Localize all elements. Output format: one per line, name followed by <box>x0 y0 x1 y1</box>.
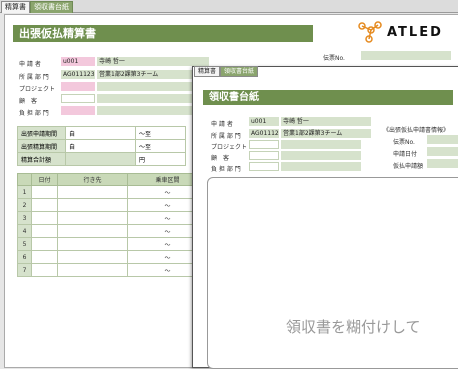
request-no-field[interactable] <box>361 51 451 60</box>
settle-period-row: 出張精算期間 自 ～至 <box>17 139 186 153</box>
table-row: 2 ～ <box>17 198 208 212</box>
destination-cell[interactable] <box>57 237 128 251</box>
burden-dept-label: 負 担 部 門 <box>19 110 49 117</box>
total-amount-field[interactable] <box>65 152 136 166</box>
date-cell[interactable] <box>31 250 58 264</box>
table-row: 4 ～ <box>17 224 208 238</box>
table-row: 1 ～ <box>17 185 208 199</box>
applicant-name-field[interactable]: 寺崎 哲一 <box>97 57 209 66</box>
popup-tab-receipt-mount[interactable]: 領収書台紙 <box>220 66 259 77</box>
apply-period-from[interactable]: 自 <box>65 126 136 140</box>
destination-cell[interactable] <box>57 211 128 225</box>
popup-applicant-name-field[interactable]: 寺崎 哲一 <box>281 117 371 126</box>
project-code-field[interactable] <box>61 82 95 91</box>
date-cell[interactable] <box>31 224 58 238</box>
settle-period-to[interactable]: ～至 <box>135 139 186 153</box>
table-row: 3 ～ <box>17 211 208 225</box>
table-row: 5 ～ <box>17 237 208 251</box>
destination-cell[interactable] <box>57 250 128 264</box>
popup-info-no-field[interactable] <box>427 135 458 144</box>
period-table: 出張申請期間 自 ～至 出張精算期間 自 ～至 精算合計額 円 <box>17 126 186 166</box>
popup-project-label: プロジェクト <box>211 144 248 151</box>
request-no-label: 伝票No. <box>323 55 345 62</box>
popup-info-heading: 《出張仮払申請書情報》 <box>383 127 450 134</box>
destination-cell[interactable] <box>57 263 128 277</box>
row-number: 7 <box>17 263 32 277</box>
popup-info-no-label: 伝票No. <box>393 139 415 146</box>
row-number: 2 <box>17 198 32 212</box>
customer-code-field[interactable] <box>61 94 95 103</box>
popup-dept-label: 所 属 部 門 <box>211 133 241 140</box>
popup-project-code-field[interactable] <box>249 140 279 149</box>
receipt-paste-instruction: 領収書を糊付けして <box>286 318 421 336</box>
tab-bar: 精算書 領収書台紙 <box>0 0 458 13</box>
customer-label: 顧 客 <box>19 98 38 105</box>
popup-info-date-field[interactable] <box>427 147 458 156</box>
total-label: 精算合計額 <box>17 152 66 166</box>
popup-customer-code-field[interactable] <box>249 151 279 160</box>
burden-dept-name-field[interactable] <box>97 106 193 115</box>
destination-cell[interactable] <box>57 224 128 238</box>
applicant-id-field[interactable]: u001 <box>61 57 95 66</box>
popup-title: 領収書台紙 <box>203 90 453 105</box>
page-title: 出張仮払精算書 <box>13 25 313 42</box>
popup-applicant-label: 申 請 者 <box>211 121 233 128</box>
total-unit: 円 <box>135 152 186 166</box>
date-cell[interactable] <box>31 185 58 199</box>
row-number: 4 <box>17 224 32 238</box>
travel-table-header: 日付 行き先 乗車区間 <box>17 173 208 186</box>
project-label: プロジェクト <box>19 86 56 93</box>
burden-dept-code-field[interactable] <box>61 106 95 115</box>
date-cell[interactable] <box>31 237 58 251</box>
popup-dept-code-field[interactable]: AG011123 <box>249 129 279 138</box>
popup-info-temp-label: 仮払申請額 <box>393 163 424 170</box>
tab-receipt-mount[interactable]: 領収書台紙 <box>30 1 73 13</box>
popup-applicant-id-field[interactable]: u001 <box>249 117 279 126</box>
popup-info-date-label: 申請日付 <box>393 151 418 158</box>
row-number: 5 <box>17 237 32 251</box>
popup-tab-settlement[interactable]: 精算書 <box>194 66 221 77</box>
apply-period-to[interactable]: ～至 <box>135 126 186 140</box>
popup-info-temp-field[interactable] <box>427 159 458 168</box>
receipt-mount-window: 精算書 領収書台紙 領収書台紙 申 請 者 u001 寺崎 哲一 所 属 部 門… <box>192 66 458 369</box>
apply-period-row: 出張申請期間 自 ～至 <box>17 126 186 140</box>
column-header-date: 日付 <box>31 173 58 186</box>
settle-period-label: 出張精算期間 <box>17 139 66 153</box>
destination-cell[interactable] <box>57 198 128 212</box>
apply-period-label: 出張申請期間 <box>17 126 66 140</box>
date-cell[interactable] <box>31 211 58 225</box>
date-cell[interactable] <box>31 263 58 277</box>
atled-logo: ATLED <box>357 21 443 43</box>
customer-name-field[interactable] <box>97 94 193 103</box>
popup-dept-name-field[interactable]: 営業1部2課第3チーム <box>281 129 371 138</box>
settle-period-from[interactable]: 自 <box>65 139 136 153</box>
table-row: 6 ～ <box>17 250 208 264</box>
destination-cell[interactable] <box>57 185 128 199</box>
row-number: 3 <box>17 211 32 225</box>
tab-settlement[interactable]: 精算書 <box>1 1 30 13</box>
column-header-destination: 行き先 <box>57 173 128 186</box>
popup-customer-name-field[interactable] <box>281 151 361 160</box>
popup-burden-dept-label: 負 担 部 門 <box>211 166 241 173</box>
travel-table: 日付 行き先 乗車区間 1 ～ 2 ～ 3 ～ 4 ～ 5 ～ 6 ～ 7 ～ <box>17 173 208 277</box>
row-number: 6 <box>17 250 32 264</box>
table-row: 7 ～ <box>17 263 208 277</box>
popup-burden-dept-code-field[interactable] <box>249 162 279 171</box>
popup-customer-label: 顧 客 <box>211 155 230 162</box>
atled-logo-icon <box>358 21 382 43</box>
dept-label: 所 属 部 門 <box>19 74 49 81</box>
popup-project-name-field[interactable] <box>281 140 361 149</box>
project-name-field[interactable] <box>97 82 193 91</box>
logo-text: ATLED <box>387 24 443 40</box>
date-cell[interactable] <box>31 198 58 212</box>
dept-code-field[interactable]: AG011123 <box>61 70 95 79</box>
column-header-no <box>17 173 32 186</box>
popup-burden-dept-name-field[interactable] <box>281 162 361 171</box>
total-row: 精算合計額 円 <box>17 152 186 166</box>
applicant-label: 申 請 者 <box>19 61 41 68</box>
receipt-paste-area: 領収書を糊付けして <box>207 177 458 369</box>
row-number: 1 <box>17 185 32 199</box>
